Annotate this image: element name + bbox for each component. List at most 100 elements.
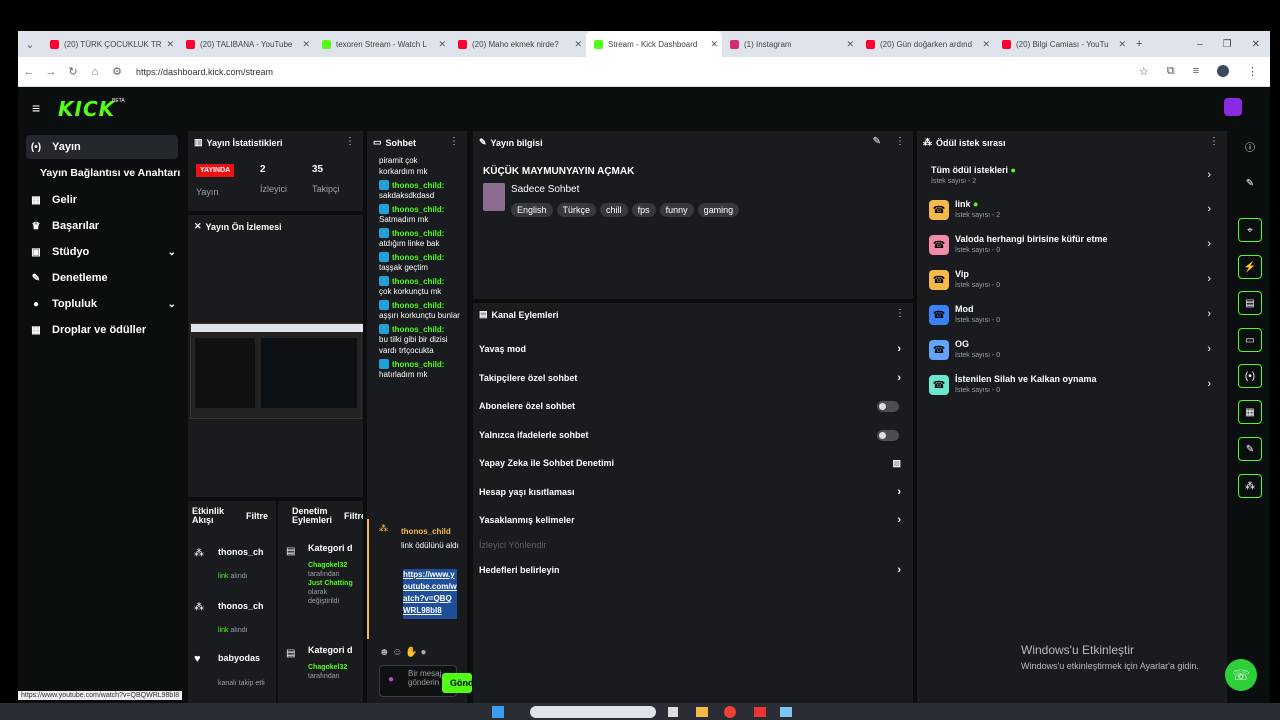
filter-button[interactable]: Filtre bbox=[344, 511, 363, 521]
action-ai-moderation[interactable]: Yapay Zeka ile Sohbet Denetimi ▨ bbox=[479, 453, 907, 473]
chat-user[interactable]: thonos_child: bbox=[392, 277, 444, 286]
browser-tab[interactable]: Stream - Kick Dashboard ✕ bbox=[586, 31, 722, 57]
tag[interactable]: Türkçe bbox=[556, 203, 597, 217]
bookmark-star-icon[interactable]: ☆ bbox=[1139, 65, 1149, 78]
chat-user[interactable]: thonos_child: bbox=[392, 253, 444, 262]
broadcast-icon[interactable]: (•) bbox=[1238, 364, 1262, 388]
chat-user[interactable]: thonos_child: bbox=[392, 205, 444, 214]
sidebar-item-basarilar[interactable]: ♛ Başarılar bbox=[26, 214, 178, 238]
tab-close-icon[interactable]: ✕ bbox=[302, 39, 310, 50]
tab-close-icon[interactable]: ✕ bbox=[438, 39, 446, 50]
bolt-icon[interactable]: ⚡ bbox=[1238, 255, 1262, 279]
reward-item[interactable]: ☎ link ● İstek sayısı - 2 › bbox=[929, 197, 1211, 229]
reward-icon[interactable]: ⁂ bbox=[1238, 474, 1262, 498]
toggle-switch[interactable] bbox=[877, 429, 899, 441]
action-banned-words[interactable]: Yasaklanmış kelimeler › bbox=[479, 510, 907, 530]
menu-icon[interactable]: ⋮ bbox=[1247, 65, 1258, 78]
focus-icon[interactable]: ⌖ bbox=[1238, 218, 1262, 242]
reward-item[interactable]: ☎ Vip İstek sayısı - 0 › bbox=[929, 267, 1211, 299]
taskbar-app-icon[interactable] bbox=[754, 707, 766, 717]
reload-icon[interactable]: ↻ bbox=[62, 65, 84, 78]
taskbar-app-icon[interactable] bbox=[780, 707, 792, 717]
layout-icon[interactable]: ▦ bbox=[1238, 400, 1262, 424]
hamburger-icon[interactable]: ≡ bbox=[32, 100, 40, 116]
forward-icon[interactable]: → bbox=[40, 66, 62, 78]
home-icon[interactable]: ⌂ bbox=[84, 66, 106, 78]
sidebar-item-stream-key[interactable]: Yayın Bağlantısı ve Anahtarı bbox=[40, 161, 190, 185]
tab-close-icon[interactable]: ✕ bbox=[710, 39, 718, 50]
reward-link[interactable]: https://www.youtube.com/watch?v=QBQWRL98… bbox=[403, 569, 457, 619]
more-icon[interactable]: ⋮ bbox=[895, 308, 905, 319]
chat-user[interactable]: thonos_child: bbox=[392, 181, 444, 190]
sidebar-item-denetleme[interactable]: ✎ Denetleme bbox=[26, 266, 178, 290]
tab-close-icon[interactable]: ✕ bbox=[982, 39, 990, 50]
extensions-icon[interactable]: ⧉ bbox=[1167, 65, 1175, 78]
profile-icon[interactable] bbox=[1217, 65, 1229, 77]
tab-list-chevron-icon[interactable]: ⌄ bbox=[18, 38, 42, 51]
browser-tab[interactable]: (20) TALIBANA - YouTube ✕ bbox=[178, 31, 314, 57]
url-field[interactable]: https://dashboard.kick.com/stream bbox=[136, 67, 273, 77]
wrench-icon[interactable]: ✎ bbox=[1238, 437, 1262, 461]
tab-close-icon[interactable]: ✕ bbox=[574, 39, 582, 50]
emote-bar[interactable]: ☻ ☺ ✋ ● bbox=[379, 647, 427, 658]
close-icon[interactable]: ✕ bbox=[194, 221, 202, 232]
minimize-icon[interactable]: – bbox=[1197, 39, 1203, 50]
reward-all[interactable]: Tüm ödül istekleri ● İstek sayısı - 2 › bbox=[929, 163, 1211, 195]
more-icon[interactable]: ⋮ bbox=[345, 136, 355, 147]
stream-preview-video[interactable] bbox=[190, 323, 363, 419]
toggle-switch[interactable] bbox=[877, 400, 899, 412]
browser-tab[interactable]: (20) TÜRK ÇOCUKLUK TR ✕ bbox=[42, 31, 178, 57]
new-tab-button[interactable]: + bbox=[1136, 38, 1142, 50]
document-icon[interactable]: ▤ bbox=[1238, 291, 1262, 315]
browser-tab[interactable]: (20) Bilgi Camiası - YouTu ✕ bbox=[994, 31, 1130, 57]
back-icon[interactable]: ← bbox=[18, 66, 40, 78]
sidebar-item-studyo[interactable]: ▣ Stüdyo ⌄ bbox=[26, 240, 178, 264]
browser-tab[interactable]: (20) Gün doğarken ardınd ✕ bbox=[858, 31, 994, 57]
tab-close-icon[interactable]: ✕ bbox=[166, 39, 174, 50]
chat-user[interactable]: thonos_child: bbox=[392, 301, 444, 310]
info-icon[interactable]: ⓘ bbox=[1238, 134, 1262, 158]
more-icon[interactable]: ⋮ bbox=[895, 136, 905, 147]
action-followers-only[interactable]: Takipçilere özel sohbet › bbox=[479, 368, 907, 388]
reward-item[interactable]: ☎ OG İstek sayısı - 0 › bbox=[929, 337, 1211, 369]
action-slow-mode[interactable]: Yavaş mod › bbox=[479, 339, 907, 359]
pencil-icon[interactable]: ✎ bbox=[1238, 171, 1262, 195]
chat-user[interactable]: thonos_child: bbox=[392, 360, 444, 369]
edit-icon[interactable]: ✎ bbox=[873, 136, 881, 147]
taskbar-app-icon[interactable] bbox=[696, 707, 708, 717]
reward-item[interactable]: ☎ Mod İstek sayısı - 0 › bbox=[929, 302, 1211, 334]
filter-button[interactable]: Filtre bbox=[246, 511, 268, 521]
browser-tab[interactable]: (1) Instagram ✕ bbox=[722, 31, 858, 57]
browser-tab[interactable]: (20) Maho ekmek nirde? ✕ bbox=[450, 31, 586, 57]
send-button[interactable]: Gönder bbox=[442, 673, 472, 693]
chat-bubble-icon[interactable]: ▭ bbox=[1238, 328, 1262, 352]
reward-item[interactable]: ☎ Valoda herhangi birisine küfür etme İs… bbox=[929, 232, 1211, 264]
tab-close-icon[interactable]: ✕ bbox=[846, 39, 854, 50]
sidebar-item-yayin[interactable]: (•) Yayın bbox=[26, 135, 178, 159]
sidebar-item-droplar[interactable]: ▦ Droplar ve ödüller bbox=[26, 318, 178, 342]
tag[interactable]: chill bbox=[600, 203, 628, 217]
sidebar-item-gelir[interactable]: ▦ Gelir bbox=[26, 188, 178, 212]
taskbar-app-icon[interactable] bbox=[668, 707, 678, 717]
media-icon[interactable]: ≡ bbox=[1193, 65, 1199, 78]
action-account-age[interactable]: Hesap yaşı kısıtlaması › bbox=[479, 482, 907, 502]
tag[interactable]: funny bbox=[659, 203, 694, 217]
reward-item[interactable]: ☎ İstenilen Silah ve Kalkan oynama İstek… bbox=[929, 372, 1211, 404]
action-goals[interactable]: Hedefleri belirleyin › bbox=[479, 560, 907, 580]
more-icon[interactable]: ⋮ bbox=[1209, 136, 1219, 147]
avatar[interactable] bbox=[1224, 98, 1242, 116]
support-chat-icon[interactable]: ☏ bbox=[1225, 659, 1257, 691]
tab-close-icon[interactable]: ✕ bbox=[1118, 39, 1126, 50]
tag[interactable]: gaming bbox=[697, 203, 740, 217]
chat-user[interactable]: thonos_child: bbox=[392, 325, 444, 334]
close-window-icon[interactable]: ✕ bbox=[1252, 39, 1260, 50]
taskbar-search-input[interactable] bbox=[530, 706, 656, 718]
taskbar-app-icon[interactable] bbox=[724, 706, 736, 718]
sidebar-item-topluluk[interactable]: ● Topluluk ⌄ bbox=[26, 292, 178, 316]
tag[interactable]: fps bbox=[631, 203, 656, 217]
site-info-icon[interactable]: ⚙ bbox=[106, 65, 128, 78]
chat-user[interactable]: thonos_child bbox=[401, 527, 451, 536]
chat-user[interactable]: thonos_child: bbox=[392, 229, 444, 238]
kick-logo[interactable]: KICK bbox=[58, 97, 115, 121]
restore-icon[interactable]: ❐ bbox=[1223, 39, 1232, 50]
